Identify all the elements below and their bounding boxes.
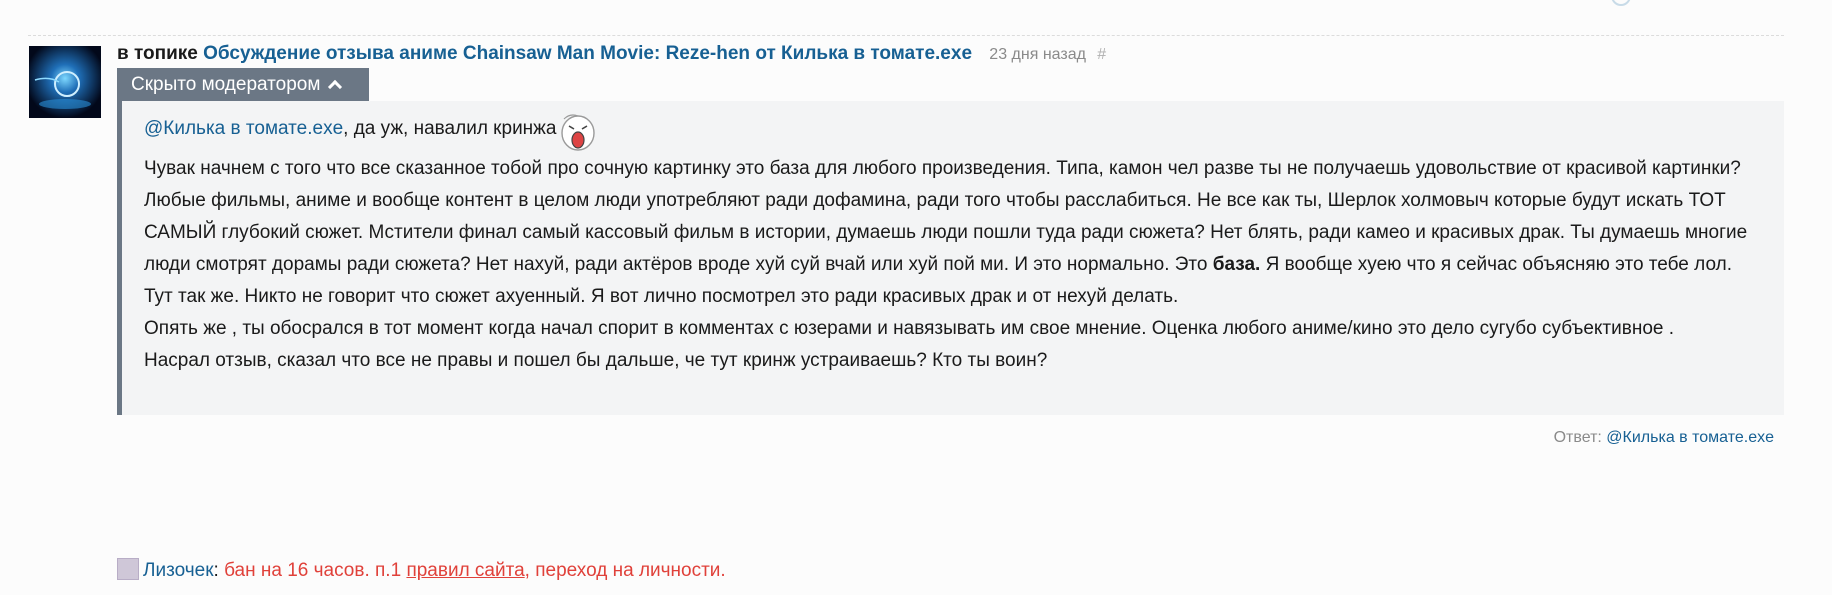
mention-link[interactable]: @Килька в томате.exe: [144, 118, 343, 139]
circle-icon[interactable]: [1611, 0, 1631, 6]
moderation-toggle-button[interactable]: Скрыто модератором: [117, 68, 369, 101]
comment-paragraph-1: Чувак начнем с того что все сказанное то…: [144, 158, 1748, 275]
rules-link[interactable]: правил сайта: [406, 560, 524, 581]
reply-target-link[interactable]: @Килька в томате.exe: [1606, 429, 1774, 446]
comment-timestamp[interactable]: 23 дня назад: [989, 46, 1086, 63]
avatar-image: [29, 46, 101, 118]
ban-colon: :: [213, 560, 219, 581]
moderation-label: Скрыто модератором: [131, 74, 321, 95]
header-prefix: в топике: [117, 43, 198, 64]
ban-notice: Лизочек: бан на 16 часов. п.1 правил сай…: [117, 558, 726, 583]
reply-info: Ответ: @Килька в томате.exe: [1554, 429, 1774, 447]
avatar[interactable]: [29, 46, 101, 118]
comment-divider: [28, 35, 1784, 36]
ban-reason: , переход на личности.: [524, 560, 726, 581]
comment-first-line: @Килька в томате.exe, да уж, навалил кри…: [144, 113, 1764, 151]
comment-body: @Килька в томате.exe, да уж, навалил кри…: [117, 101, 1784, 415]
comment-header: в топике Обсуждение отзыва аниме Chainsa…: [117, 42, 1106, 67]
comment-paragraph-2: Тут так же. Никто не говорит что сюжет а…: [144, 286, 1179, 307]
bold-text: база.: [1212, 254, 1261, 275]
topic-link[interactable]: Обсуждение отзыва аниме Chainsaw Man Mov…: [203, 43, 972, 64]
moderator-name[interactable]: Лизочек: [143, 560, 214, 581]
reply-label: Ответ:: [1553, 429, 1602, 446]
moderator-avatar[interactable]: [117, 558, 139, 580]
comment-paragraph-3: Опять же , ты обосрался в тот момент ког…: [144, 318, 1675, 339]
comment-paragraph-4: Насрал отзыв, сказал что все не правы и …: [144, 350, 1048, 371]
smiley-emoji-icon: [561, 114, 596, 151]
ban-text: бан на 16 часов. п.1: [224, 560, 402, 581]
first-line-text: , да уж, навалил кринжа: [343, 118, 557, 139]
chevron-up-icon: [328, 79, 343, 95]
permalink-anchor[interactable]: #: [1097, 46, 1106, 63]
